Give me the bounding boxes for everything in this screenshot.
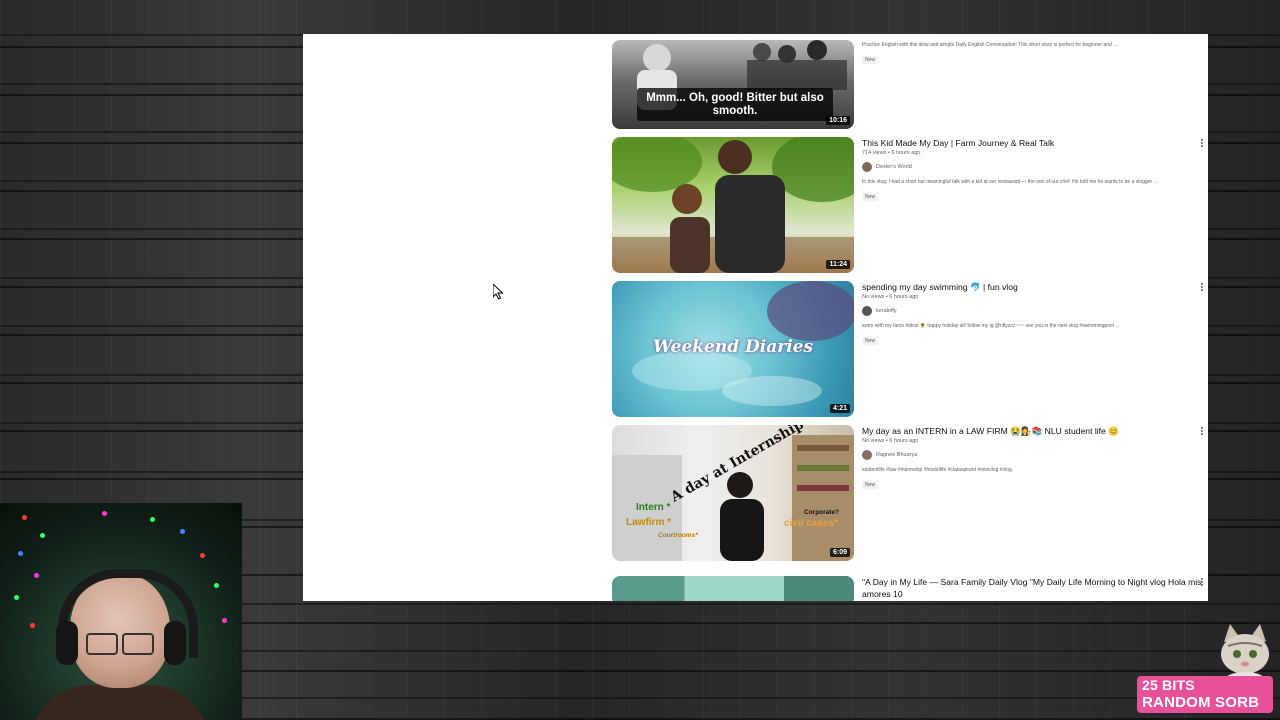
fairy-light (30, 623, 35, 628)
video-description: studentlife #law #internship #hostellife… (862, 467, 1014, 473)
new-badge: New (862, 56, 879, 64)
channel-row[interactable]: Dexter's World (862, 162, 1202, 172)
new-badge: New (862, 337, 879, 345)
fairy-light (18, 551, 23, 556)
avatar (862, 450, 872, 460)
thumbnail-label: Corporate? (804, 509, 840, 516)
video-meta: This Kid Made My Day | Farm Journey & Re… (862, 137, 1202, 203)
channel-row[interactable]: Ragnee Bhuarya (862, 450, 1202, 460)
bits-count: 25 BITS (1142, 677, 1195, 693)
video-title[interactable]: My day as an INTERN in a LAW FIRM 😭👩‍⚖️📚… (862, 425, 1202, 437)
thumbnail-caption: Mmm... Oh, good! Bitter but also smooth. (637, 88, 833, 121)
video-item[interactable]: 11:24 This Kid Made My Day | Farm Journe… (612, 137, 1202, 273)
fairy-light (102, 511, 107, 516)
video-title[interactable]: "A Day in My Life — Sara Family Daily Vl… (862, 576, 1202, 600)
video-stats: 714 views • 6 hours ago (862, 150, 921, 156)
video-thumbnail[interactable]: 11:24 (612, 137, 854, 273)
channel-name[interactable]: keraloffy (876, 308, 897, 314)
video-stats: No views • 6 hours ago (862, 294, 919, 300)
person-shirt (30, 685, 210, 720)
video-title[interactable]: This Kid Made My Day | Farm Journey & Re… (862, 137, 1202, 149)
more-options-icon[interactable] (1201, 577, 1205, 589)
more-options-icon[interactable] (1201, 282, 1205, 294)
video-thumbnail[interactable]: Mmm... Oh, good! Bitter but also smooth.… (612, 40, 854, 129)
headphone-cup (164, 621, 186, 665)
fairy-light (34, 573, 39, 578)
video-meta: "A Day in My Life — Sara Family Daily Vl… (862, 576, 1202, 600)
glasses-icon (86, 633, 156, 655)
channel-name[interactable]: Dexter's World (876, 164, 912, 170)
video-item[interactable]: Weekend Diaries 4:21 spending my day swi… (612, 281, 1202, 417)
thumbnail-label: Courtrooms* (658, 532, 698, 539)
video-description: In this vlog, I had a short but meaningf… (862, 179, 1158, 185)
fairy-light (150, 517, 155, 522)
video-meta: spending my day swimming 🐬 | fun vlog No… (862, 281, 1202, 347)
webcam-feed (0, 503, 242, 720)
avatar (862, 162, 872, 172)
video-item[interactable]: A day at Internship Intern * Lawfirm * C… (612, 425, 1202, 561)
video-thumbnail[interactable]: Weekend Diaries 4:21 (612, 281, 854, 417)
video-thumbnail[interactable] (612, 576, 854, 601)
video-meta: My day as an INTERN in a LAW FIRM 😭👩‍⚖️📚… (862, 425, 1202, 491)
fairy-light (14, 595, 19, 600)
channel-row[interactable]: keraloffy (862, 306, 1202, 316)
fairy-light (222, 618, 227, 623)
avatar (862, 306, 872, 316)
headphone-cup (56, 621, 78, 665)
video-description: Practice English with this slow and simp… (862, 42, 1118, 48)
fairy-light (214, 583, 219, 588)
video-item[interactable]: "A Day in My Life — Sara Family Daily Vl… (612, 576, 1202, 601)
video-duration: 6:09 (829, 548, 850, 557)
video-stats: No views • 6 hours ago (862, 438, 919, 444)
channel-name[interactable]: Ragnee Bhuarya (876, 452, 917, 458)
new-badge: New (862, 193, 879, 201)
thumbnail-label: Lawfirm * (626, 517, 672, 528)
fairy-light (40, 533, 45, 538)
video-duration: 11:24 (826, 260, 850, 269)
fairy-light (22, 515, 27, 520)
video-thumbnail[interactable]: A day at Internship Intern * Lawfirm * C… (612, 425, 854, 561)
bits-username: RANDOM SORB (1142, 694, 1260, 711)
thumbnail-label: Intern * (636, 502, 671, 513)
video-description: swim with my fams #diozi 🌻 happy holiday… (862, 323, 1120, 329)
thumbnail-caption: Weekend Diaries (652, 337, 814, 357)
fairy-light (180, 529, 185, 534)
fairy-light (200, 553, 205, 558)
video-meta: Practice English with this slow and simp… (862, 40, 1202, 66)
browser-screen: Mmm... Oh, good! Bitter but also smooth.… (303, 34, 1208, 601)
more-options-icon[interactable] (1201, 138, 1205, 150)
new-badge: New (862, 481, 879, 489)
video-title[interactable]: spending my day swimming 🐬 | fun vlog (862, 281, 1202, 293)
more-options-icon[interactable] (1201, 426, 1205, 438)
video-duration: 4:21 (829, 404, 850, 413)
bits-alert: 25 BITS RANDOM SORB (1137, 676, 1273, 713)
thumbnail-label: civil cases* (784, 518, 838, 529)
video-duration: 10:16 (826, 116, 850, 125)
